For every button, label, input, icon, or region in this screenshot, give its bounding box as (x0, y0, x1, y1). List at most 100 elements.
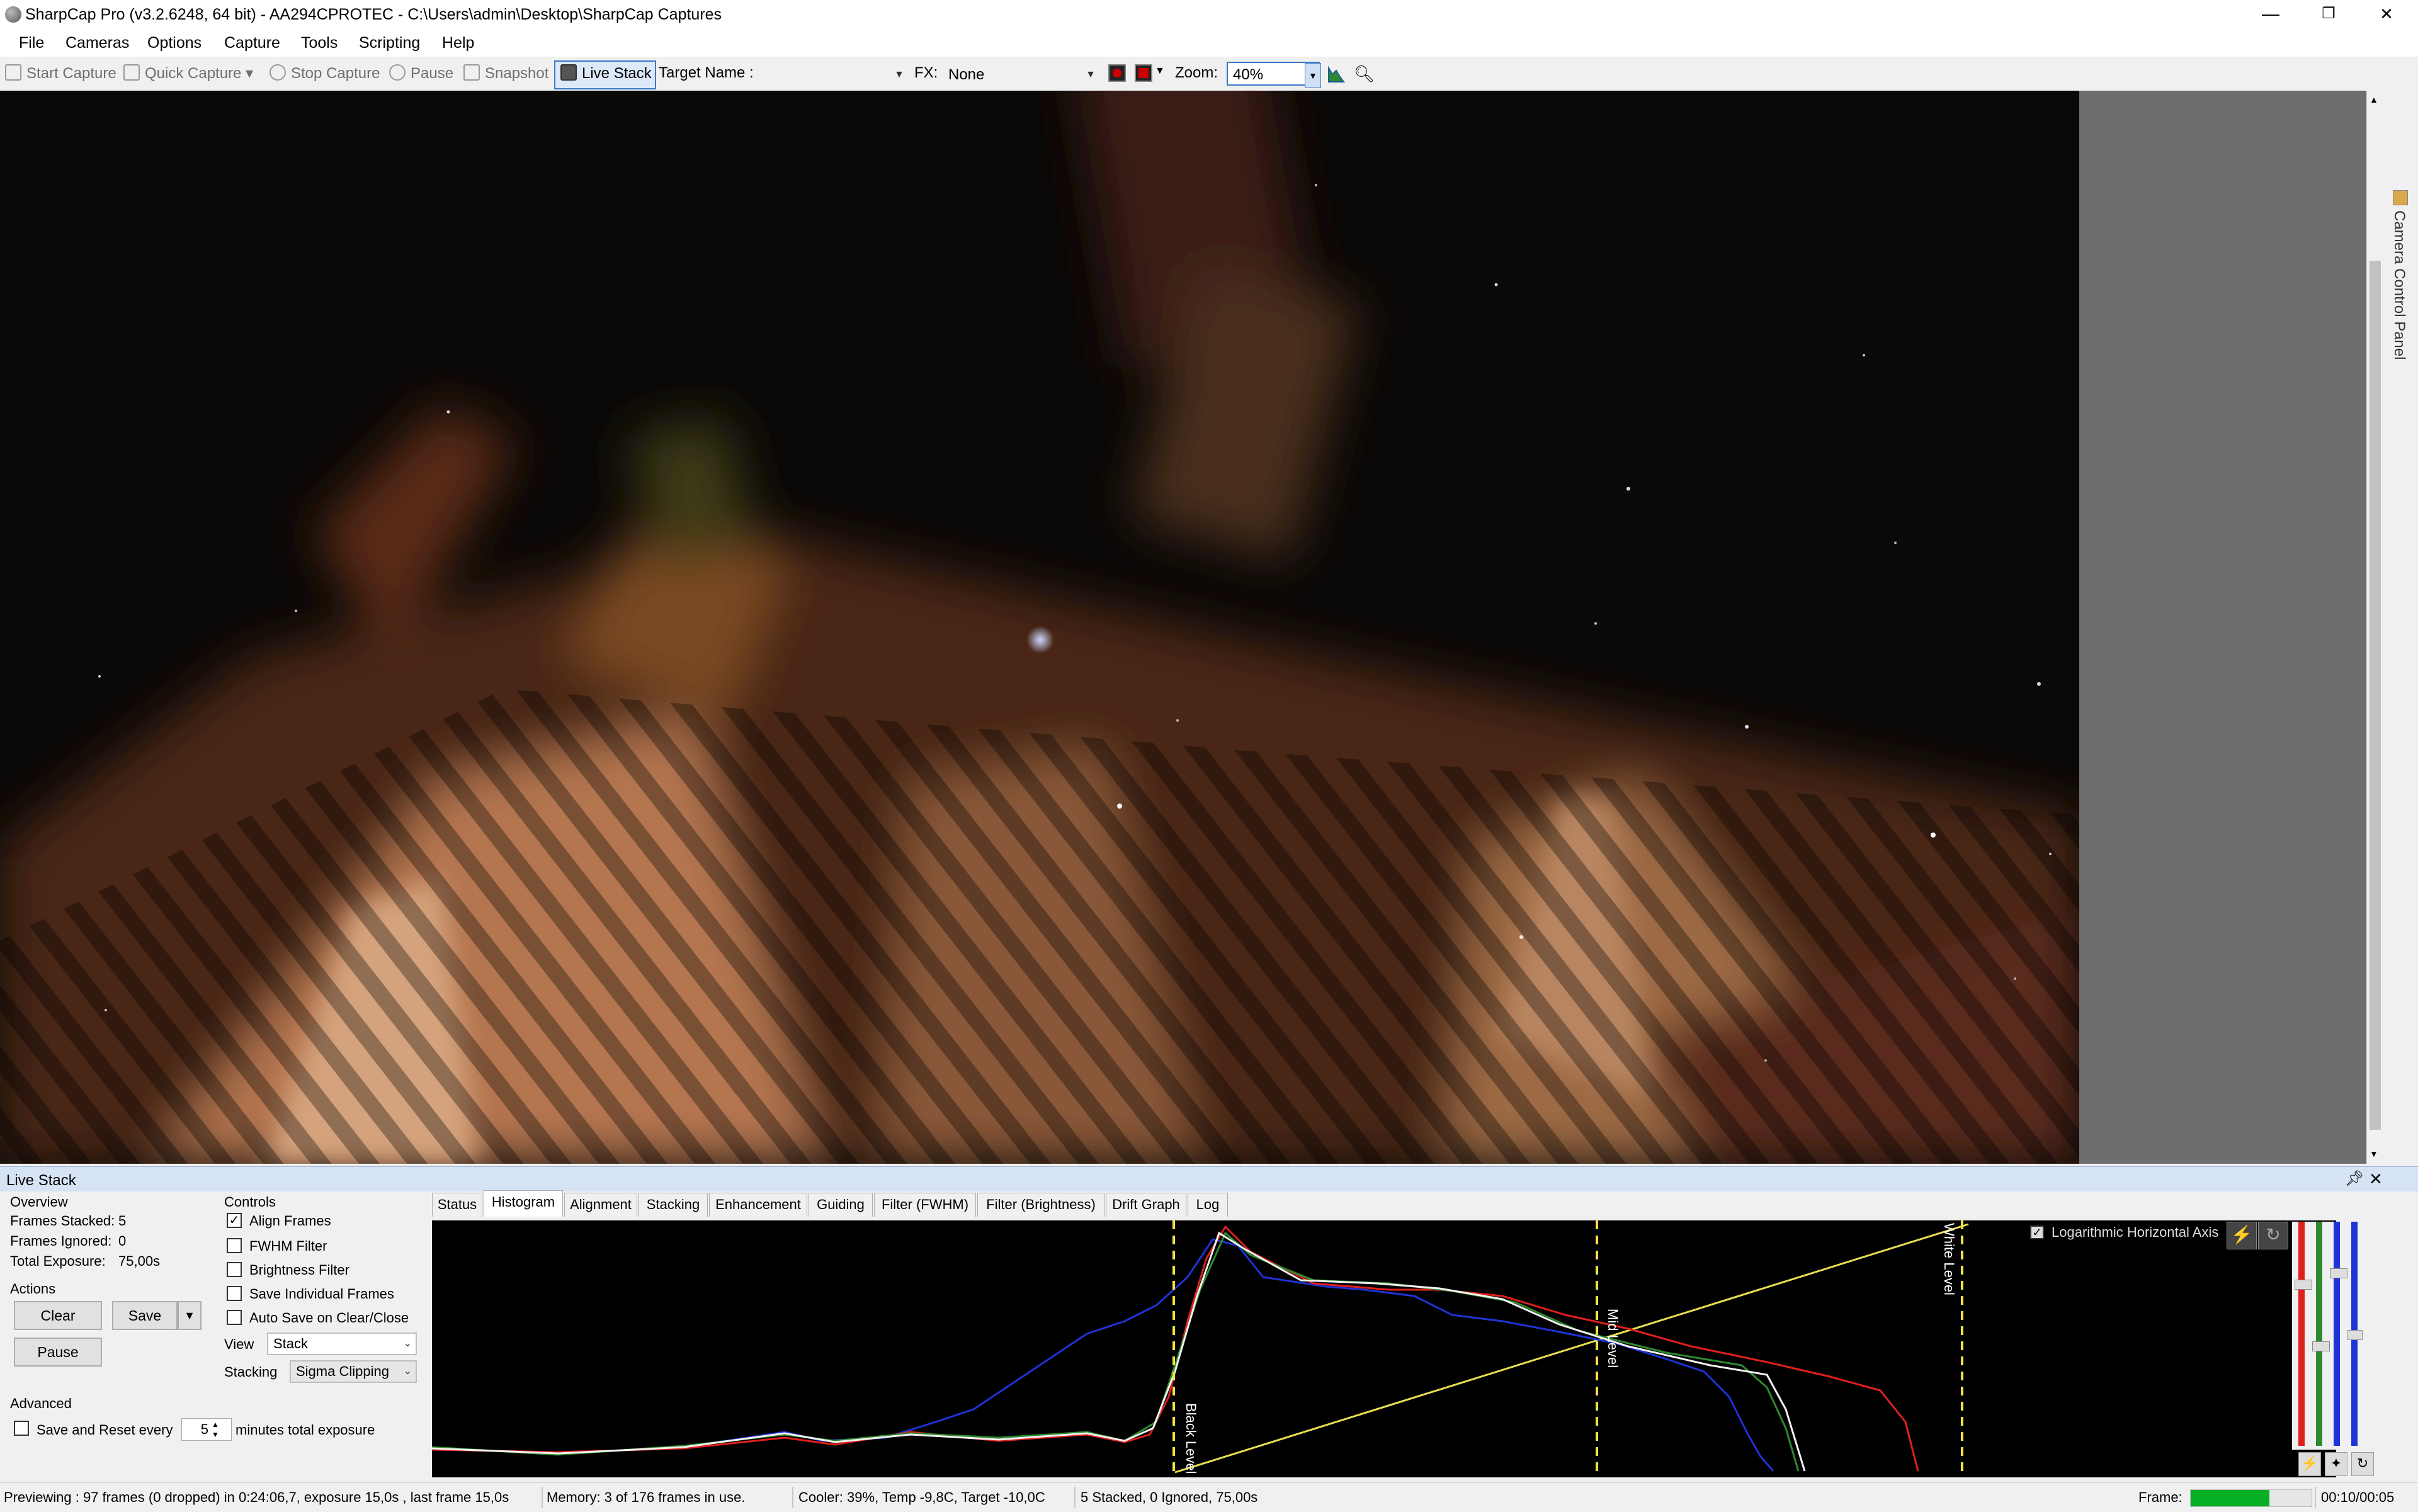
save-dropdown-button[interactable]: ▼ (178, 1301, 202, 1330)
blue-slider-handle[interactable] (2330, 1268, 2347, 1278)
tab-status[interactable]: Status (432, 1193, 482, 1217)
menu-help[interactable]: Help (442, 34, 474, 52)
tab-filter-brightness[interactable]: Filter (Brightness) (977, 1193, 1104, 1217)
stop-capture-button[interactable]: Stop Capture (270, 64, 380, 82)
menu-tools[interactable]: Tools (301, 34, 338, 52)
live-stack-label: Live Stack (582, 65, 652, 82)
menu-cameras[interactable]: Cameras (65, 34, 129, 52)
controls-heading: Controls (224, 1194, 276, 1210)
tab-log[interactable]: Log (1188, 1193, 1228, 1217)
save-reset-minutes-stepper[interactable]: 5 (181, 1418, 232, 1441)
sharpcap-logo-icon (5, 6, 21, 23)
save-reset-checkbox[interactable] (14, 1421, 29, 1436)
close-panel-icon[interactable]: ✕ (2369, 1169, 2383, 1189)
focus-overlay-icon[interactable] (1135, 64, 1152, 82)
auto-color-icon[interactable]: ⚡ (2298, 1452, 2321, 1476)
status-separator (2315, 1487, 2316, 1508)
camera-control-panel-tab[interactable]: Camera Control Panel (2384, 91, 2418, 1164)
tab-alignment[interactable]: Alignment (564, 1193, 637, 1217)
restore-button[interactable]: ❐ (2300, 0, 2358, 29)
pause-stack-button[interactable]: Pause (14, 1338, 102, 1367)
camera-icon (5, 64, 21, 81)
total-exposure-label: Total Exposure: (10, 1253, 106, 1269)
scroll-up-icon[interactable]: ▲ (2370, 94, 2378, 105)
save-button[interactable]: Save (112, 1301, 178, 1330)
view-select[interactable]: Stack ⌄ (267, 1333, 417, 1355)
minimize-button[interactable]: — (2242, 0, 2300, 29)
chevron-down-icon: ▼ (894, 69, 904, 80)
pin-icon[interactable]: 📌︎ (2345, 1169, 2364, 1188)
tab-enhancement[interactable]: Enhancement (709, 1193, 807, 1217)
align-frames-label: Align Frames (249, 1213, 331, 1229)
save-individual-frames-label: Save Individual Frames (249, 1286, 394, 1302)
auto-stretch-icon[interactable]: ⚡ (2227, 1222, 2257, 1249)
tab-stacking[interactable]: Stacking (639, 1193, 708, 1217)
image-vertical-scrollbar[interactable]: ▲ ▼ (2366, 91, 2383, 1164)
align-frames-checkbox[interactable]: ✓ (227, 1213, 242, 1228)
stepper-arrows-icon[interactable]: ▲ ▼ (212, 1419, 219, 1440)
pause-icon (389, 64, 406, 81)
save-reset-minutes-value: 5 (200, 1421, 208, 1437)
histogram-icon[interactable] (1327, 65, 1345, 83)
fwhm-filter-checkbox[interactable] (227, 1238, 242, 1253)
view-label: View (224, 1336, 254, 1352)
pause-button[interactable]: Pause (389, 64, 453, 82)
tab-drift-graph[interactable]: Drift Graph (1106, 1193, 1186, 1217)
zoom-dropdown-button[interactable]: ▼ (1305, 63, 1321, 88)
tab-histogram[interactable]: Histogram (484, 1190, 563, 1217)
advanced-heading: Advanced (10, 1395, 72, 1411)
status-previewing: Previewing : 97 frames (0 dropped) in 0:… (4, 1489, 509, 1505)
auto-save-checkbox[interactable] (227, 1310, 242, 1325)
auto-save-label: Auto Save on Clear/Close (249, 1310, 409, 1326)
scrollbar-thumb[interactable] (2370, 261, 2381, 1130)
brightness-filter-checkbox[interactable] (227, 1262, 242, 1277)
saturation-slider-handle[interactable] (2347, 1330, 2363, 1340)
sky-image (0, 91, 2079, 1164)
quick-capture-button[interactable]: Quick Capture ▾ (123, 64, 253, 82)
histogram-chart[interactable]: Black Level Mid Level White Level ✓ Loga… (432, 1220, 2336, 1477)
start-capture-button[interactable]: Start Capture (5, 64, 116, 82)
green-slider-handle[interactable] (2312, 1341, 2330, 1351)
menu-file[interactable]: File (19, 34, 44, 52)
red-slider-handle[interactable] (2295, 1280, 2312, 1290)
reticle-icon[interactable] (1108, 64, 1126, 82)
fx-value: None (948, 66, 985, 83)
reset-color-icon[interactable]: ↻ (2351, 1452, 2374, 1476)
log-axis-checkbox[interactable]: ✓ (2030, 1225, 2044, 1239)
chevron-down-icon: ⌄ (403, 1338, 412, 1349)
star-color-icon[interactable]: ✦ (2325, 1452, 2347, 1476)
histogram-white-line (432, 1231, 1806, 1472)
stacking-label: Stacking (224, 1364, 278, 1380)
view-value: Stack (273, 1336, 309, 1351)
target-name-combo[interactable]: ▼ (756, 62, 909, 86)
tab-guiding[interactable]: Guiding (809, 1193, 873, 1217)
histogram-svg (432, 1220, 1969, 1477)
camera-image-view[interactable] (0, 91, 2079, 1164)
menu-scripting[interactable]: Scripting (359, 34, 420, 52)
frames-stacked-value: 5 (118, 1213, 127, 1229)
stacking-value: Sigma Clipping (296, 1363, 389, 1379)
scroll-down-icon[interactable]: ▼ (2370, 1149, 2378, 1159)
frame-label: Frame: (2138, 1489, 2182, 1505)
zoom-tool-icon[interactable]: 🔍︎▼ (1354, 64, 1379, 101)
stacking-select[interactable]: Sigma Clipping ⌄ (290, 1360, 417, 1383)
tab-filter-fwhm[interactable]: Filter (FWHM) (874, 1193, 976, 1217)
save-individual-frames-checkbox[interactable] (227, 1286, 242, 1301)
menu-bar: File Cameras Options Capture Tools Scrip… (0, 29, 2418, 57)
reset-stretch-icon[interactable]: ↻ (2258, 1222, 2288, 1249)
overlay-dropdown-icon[interactable]: ▼ (1155, 65, 1165, 77)
clear-button[interactable]: Clear (14, 1301, 102, 1330)
fx-select[interactable]: None ▼ (942, 62, 1101, 86)
blue-slider-track (2334, 1222, 2340, 1446)
live-stack-button-content[interactable]: Live Stack (560, 64, 652, 82)
chevron-down-icon: ▼ (1086, 69, 1096, 80)
zoom-value: 40% (1233, 66, 1264, 83)
status-bar: Previewing : 97 frames (0 dropped) in 0:… (0, 1482, 2418, 1512)
white-level-label: White Level (1941, 1223, 1957, 1295)
close-button[interactable]: ✕ (2358, 0, 2415, 29)
menu-options[interactable]: Options (147, 34, 202, 52)
empty-view-area (2079, 91, 2366, 1164)
menu-capture[interactable]: Capture (224, 34, 280, 52)
frames-ignored-value: 0 (118, 1233, 127, 1249)
snapshot-button[interactable]: Snapshot (463, 64, 548, 82)
